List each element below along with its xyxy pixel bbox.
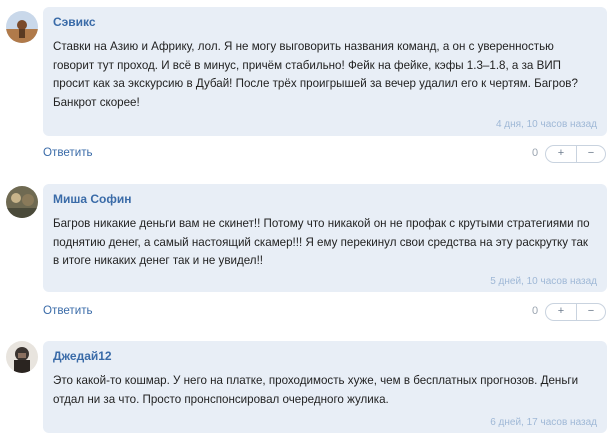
vote-score: 0 <box>532 147 539 159</box>
comment-bubble: Сэвикс Ставки на Азию и Африку, лол. Я н… <box>43 7 607 136</box>
comment-text: Ставки на Азию и Африку, лол. Я не могу … <box>53 40 578 109</box>
vote-score: 0 <box>532 305 539 317</box>
avatar[interactable] <box>6 186 38 218</box>
comment-text: Багров никакие деньги вам не скинет!! По… <box>53 217 590 267</box>
reply-button[interactable]: Ответить <box>43 146 93 159</box>
comment-author[interactable]: Джедай12 <box>53 349 112 363</box>
avatar[interactable] <box>6 11 38 43</box>
avatar[interactable] <box>6 341 38 373</box>
comment-timestamp: 4 дня, 10 часов назад <box>495 119 597 130</box>
comment-text: Это какой-то кошмар. У него на платке, п… <box>53 374 579 406</box>
comment-bubble: Джедай12 Это какой-то кошмар. У него на … <box>43 341 607 433</box>
vote-controls: + − <box>545 145 606 163</box>
downvote-button[interactable]: − <box>576 146 606 162</box>
upvote-button[interactable]: + <box>546 304 577 320</box>
comment-author[interactable]: Миша Софин <box>53 192 132 206</box>
comment-timestamp: 6 дней, 17 часов назад <box>490 417 597 428</box>
upvote-button[interactable]: + <box>546 146 577 162</box>
downvote-button[interactable]: − <box>576 304 606 320</box>
comment-author[interactable]: Сэвикс <box>53 15 96 29</box>
comment-bubble: Миша Софин Багров никакие деньги вам не … <box>43 184 607 292</box>
vote-controls: + − <box>545 303 606 321</box>
comment-timestamp: 5 дней, 10 часов назад <box>490 276 597 287</box>
reply-button[interactable]: Ответить <box>43 304 93 317</box>
